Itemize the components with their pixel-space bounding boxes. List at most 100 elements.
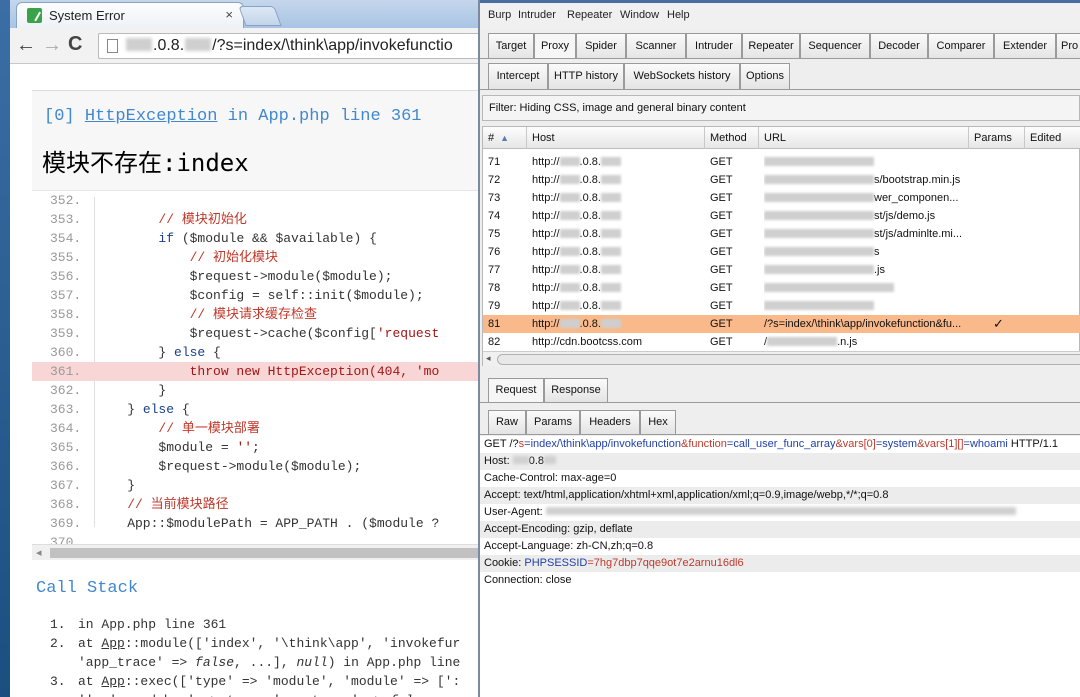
table-row[interactable]: 74 http://.0.8. GET st/js/demo.js — [483, 207, 1080, 225]
code-line: 358. // 模块请求缓存检查 — [32, 305, 478, 324]
subtab-intercept[interactable]: Intercept — [488, 63, 548, 89]
tab-headers[interactable]: Headers — [580, 410, 640, 434]
cell-url: /?s=index/\think\app/invokefunction&fu..… — [764, 318, 962, 330]
tab-project[interactable]: Pro — [1056, 33, 1080, 59]
menu-repeater[interactable]: Repeater — [567, 9, 612, 21]
rr-divider — [480, 402, 1080, 403]
tab-request[interactable]: Request — [488, 378, 544, 402]
code-line-highlighted: 361. throw new HttpException(404, 'mo — [32, 362, 478, 381]
menu-window[interactable]: Window — [620, 9, 659, 21]
browser-window: System Error × ← → C .0.8./?s=index/\thi… — [10, 0, 478, 697]
scroll-left-icon[interactable]: ◂ — [486, 353, 491, 364]
cell-host: http://.0.8. — [532, 243, 704, 261]
new-tab-button[interactable] — [238, 6, 282, 26]
redacted-ip — [559, 265, 580, 274]
cell-method: GET — [710, 318, 733, 330]
header-cache-control: Cache-Control: max-age=0 — [484, 472, 617, 484]
tab-decoder[interactable]: Decoder — [870, 33, 928, 59]
redacted-ip — [600, 229, 621, 238]
code-horizontal-scrollbar[interactable]: ◂ — [32, 544, 478, 560]
tab-proxy[interactable]: Proxy — [534, 33, 576, 59]
tab-params[interactable]: Params — [526, 410, 580, 434]
table-horizontal-scrollbar[interactable]: ◂ — [483, 351, 1080, 366]
tab-intruder[interactable]: Intruder — [686, 33, 742, 59]
line-number: 363. — [50, 402, 82, 417]
tab-spider[interactable]: Spider — [576, 33, 626, 59]
line-number: 365. — [50, 440, 82, 455]
filter-bar[interactable]: Filter: Hiding CSS, image and general bi… — [482, 95, 1080, 121]
code-line: 359. $request->cache($config['request — [32, 324, 478, 343]
menu-help[interactable]: Help — [667, 9, 690, 21]
code-text: $request->module($module); — [96, 269, 393, 284]
column-params[interactable]: Params — [969, 127, 1025, 149]
tab-hex[interactable]: Hex — [640, 410, 676, 434]
table-row[interactable]: 76 http://.0.8. GET s — [483, 243, 1080, 261]
table-row[interactable]: 73 http://.0.8. GET wer_componen... — [483, 189, 1080, 207]
browser-tab-system-error[interactable]: System Error × — [16, 2, 244, 28]
code-line: 352. — [32, 191, 478, 210]
redacted-url — [764, 301, 874, 310]
redacted-host — [512, 456, 529, 464]
tab-comparer[interactable]: Comparer — [928, 33, 994, 59]
column-number[interactable]: # ▲ — [483, 127, 527, 149]
subtab-options[interactable]: Options — [740, 63, 790, 89]
exception-class-link[interactable]: HttpException — [85, 107, 218, 126]
tab-target[interactable]: Target — [488, 33, 534, 59]
reload-icon[interactable]: C — [68, 33, 82, 56]
tab-scanner[interactable]: Scanner — [626, 33, 686, 59]
menu-burp[interactable]: Burp — [488, 9, 511, 21]
cell-number: 81 — [488, 318, 501, 330]
back-arrow-icon[interactable]: ← — [16, 34, 36, 57]
cell-number: 75 — [488, 228, 501, 240]
table-row[interactable]: 72 http://.0.8. GET s/bootstrap.min.js — [483, 171, 1080, 189]
address-bar[interactable]: .0.8./?s=index/\think\app/invokefunctio — [98, 33, 478, 59]
redacted-url — [767, 337, 838, 346]
cell-host: http://.0.8. — [532, 297, 704, 315]
table-row[interactable]: 78 http://.0.8. GET — [483, 279, 1080, 297]
table-row[interactable]: 71 http://.0.8. GET — [483, 153, 1080, 171]
page-favicon-icon — [27, 8, 42, 23]
tab-repeater[interactable]: Repeater — [742, 33, 800, 59]
raw-request-editor[interactable]: GET /?s=index/\think\app/invokefunction&… — [480, 436, 1080, 697]
code-text: // 当前模块路径 — [96, 497, 229, 512]
cell-params: ✓ — [993, 316, 1004, 331]
cell-method: GET — [710, 228, 733, 240]
column-url[interactable]: URL — [759, 127, 969, 149]
redacted-ip — [185, 38, 212, 51]
redacted-url — [764, 193, 874, 202]
table-row[interactable]: 82 http://cdn.bootcss.com GET / .n.js — [483, 333, 1080, 351]
table-row[interactable]: 79 http://.0.8. GET — [483, 297, 1080, 315]
subtabs-divider — [480, 89, 1080, 90]
cell-host: http://.0.8. — [532, 171, 704, 189]
forward-arrow-icon[interactable]: → — [42, 34, 62, 57]
exception-header: [0] HttpException in App.php line 361 模块… — [32, 90, 478, 190]
scrollbar-thumb[interactable] — [497, 354, 1080, 365]
close-icon[interactable]: × — [225, 7, 233, 22]
column-edited[interactable]: Edited — [1025, 127, 1080, 149]
header-host: Host: 0.8 — [480, 453, 1080, 470]
subtab-websockets-history[interactable]: WebSockets history — [624, 63, 740, 89]
tab-raw[interactable]: Raw — [488, 410, 526, 434]
cell-url: / .n.js — [764, 336, 858, 348]
column-host[interactable]: Host — [527, 127, 705, 149]
tab-sequencer[interactable]: Sequencer — [800, 33, 870, 59]
subtab-http-history[interactable]: HTTP history — [548, 63, 624, 89]
page-icon — [107, 39, 118, 53]
table-row[interactable]: 75 http://.0.8. GET st/js/adminlte.mi... — [483, 225, 1080, 243]
column-method[interactable]: Method — [705, 127, 759, 149]
code-text: App::$modulePath = APP_PATH . ($module ? — [96, 516, 440, 531]
tab-extender[interactable]: Extender — [994, 33, 1056, 59]
tab-response[interactable]: Response — [544, 378, 608, 402]
table-row[interactable]: 77 http://.0.8. GET .js — [483, 261, 1080, 279]
cell-method: GET — [710, 174, 733, 186]
scrollbar-thumb[interactable] — [50, 548, 478, 558]
redacted-url — [764, 247, 874, 256]
redacted-ip — [600, 247, 621, 256]
stack-item-continued: 'app_trace' => false, ...], null) in App… — [78, 655, 461, 670]
menu-intruder[interactable]: Intruder — [518, 9, 556, 21]
table-row-selected[interactable]: 81 http://.0.8. GET /?s=index/\think\app/in… — [483, 315, 1080, 333]
code-text: // 单一模块部署 — [96, 421, 260, 436]
line-number: 364. — [50, 421, 82, 436]
line-number: 368. — [50, 497, 82, 512]
scroll-left-icon[interactable]: ◂ — [36, 546, 42, 559]
